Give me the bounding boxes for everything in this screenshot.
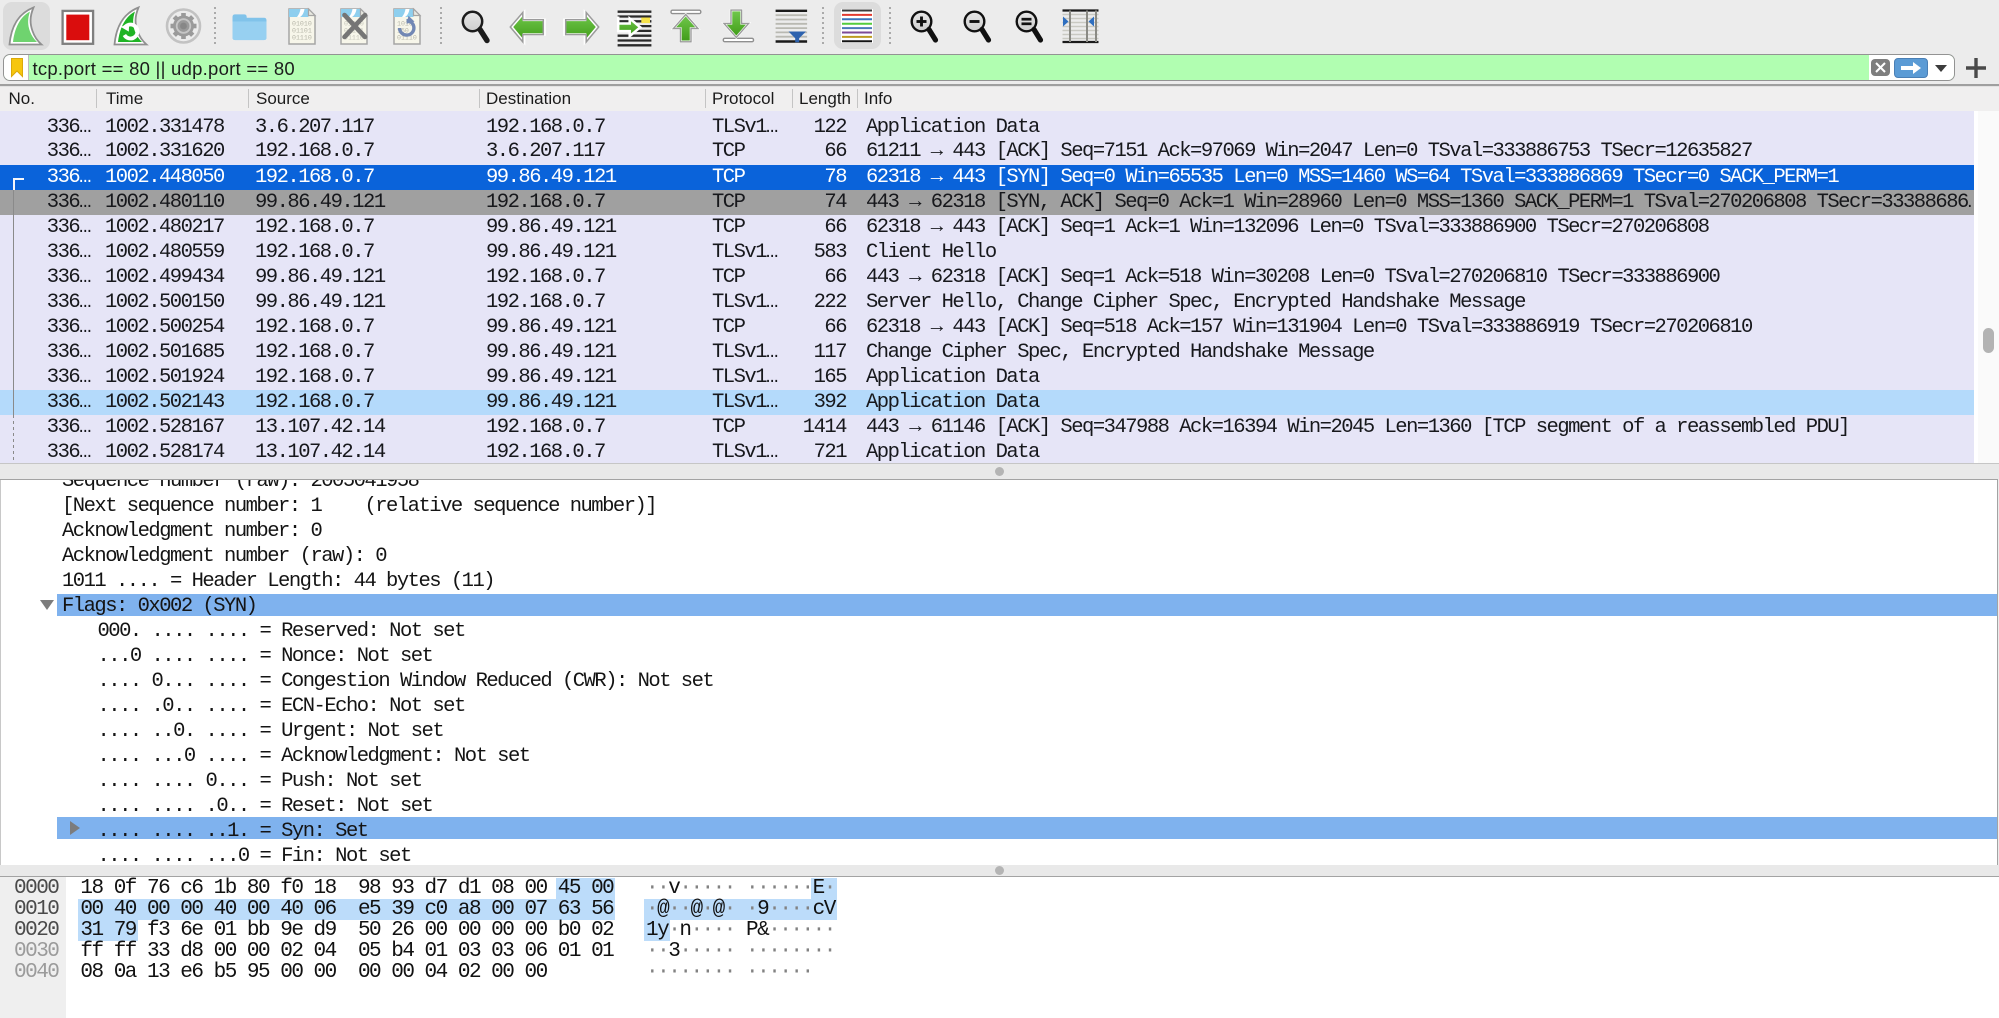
svg-text:01101: 01101 (292, 28, 312, 35)
svg-text:01110: 01110 (292, 35, 312, 42)
svg-text:01010: 01010 (292, 21, 312, 28)
